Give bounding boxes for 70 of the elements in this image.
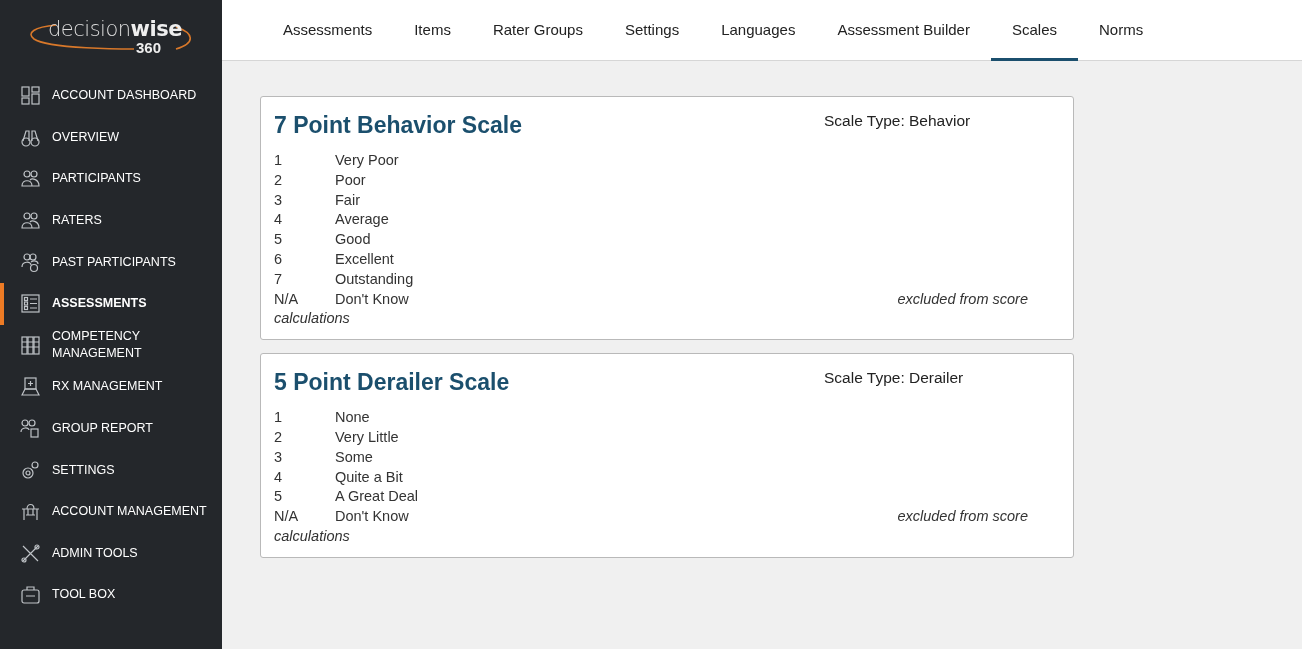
scale-label: Average — [335, 210, 389, 230]
menu-icon — [20, 376, 41, 398]
tab[interactable]: Settings — [603, 0, 701, 61]
menu-icon — [20, 501, 41, 523]
scale-value: N/A — [274, 507, 300, 527]
menu-icon — [20, 459, 41, 481]
menu-icon — [20, 584, 41, 606]
scale-label: Fair — [335, 190, 360, 210]
menu-icon — [20, 251, 41, 273]
scale-value: 6 — [274, 250, 284, 269]
scale-label: Very Poor — [335, 151, 399, 170]
scale-value: 7 — [274, 269, 284, 289]
scale-value: 5 — [274, 230, 284, 250]
scale-value: 5 — [274, 487, 284, 507]
scale-value: 3 — [274, 190, 284, 210]
scale-label: Very Little — [335, 427, 399, 447]
scale-value: N/A — [274, 289, 300, 309]
menu-icon — [20, 293, 41, 315]
sidebar-item[interactable]: SETTINGS — [0, 449, 222, 491]
scale-note: excluded from score — [897, 289, 1028, 309]
sidebar-item[interactable]: PARTICIPANTS — [0, 158, 222, 200]
sidebar-item[interactable]: GROUP REPORT — [0, 407, 222, 450]
sidebar-item[interactable]: PAST PARTICIPANTS — [0, 241, 222, 283]
menu-icon — [20, 542, 41, 564]
scale-value: 2 — [274, 427, 284, 447]
logo-number: 360 — [136, 39, 162, 56]
sidebar-item[interactable]: RX MANAGEMENT — [0, 366, 222, 408]
scale-value: 4 — [274, 210, 284, 230]
scale-value: 4 — [274, 467, 284, 487]
scale-label: Outstanding — [335, 269, 414, 289]
scale-label: Poor — [335, 170, 366, 190]
scale-label: Quite a Bit — [335, 467, 403, 487]
scale-note: calculations — [274, 310, 350, 327]
sidebar-item[interactable]: RATERS — [0, 199, 222, 242]
tab[interactable]: Scales — [990, 0, 1078, 61]
scale-label: Good — [335, 230, 371, 250]
menu-icon — [20, 334, 41, 356]
tab[interactable]: Items — [393, 0, 472, 61]
menu-icon — [20, 210, 41, 232]
scale-label: Some — [335, 447, 373, 467]
scale-title: 5 Point Derailer Scale — [274, 368, 511, 398]
scale-value: 1 — [274, 151, 284, 170]
menu-icon — [20, 418, 41, 440]
tab[interactable]: Assessments — [262, 0, 394, 61]
tab[interactable]: Languages — [700, 0, 817, 61]
tab[interactable]: Norms — [1078, 0, 1165, 61]
scale-title: 7 Point Behavior Scale — [274, 111, 523, 140]
scale-note: calculations — [274, 527, 350, 544]
tab[interactable]: Assessment Builder — [816, 0, 991, 61]
scale-value: 3 — [274, 447, 284, 467]
menu-icon — [20, 85, 41, 107]
sidebar-item[interactable]: OVERVIEW — [0, 116, 222, 159]
scale-label: Don't Know — [335, 507, 409, 527]
scale-label: A Great Deal — [335, 487, 418, 507]
sidebar-item[interactable]: ADMIN TOOLS — [0, 532, 222, 575]
scale-type: Scale Type: Behavior — [824, 111, 972, 131]
menu-icon — [20, 168, 41, 190]
scale-note: excluded from score — [897, 507, 1028, 527]
scale-label: Excellent — [335, 250, 394, 269]
sidebar-item[interactable]: COMPETENCY MANAGEMENT — [0, 324, 222, 367]
scale-label: None — [335, 408, 370, 428]
sidebar-item[interactable]: ACCOUNT MANAGEMENT — [0, 490, 222, 533]
scale-label: Don't Know — [335, 289, 409, 309]
sidebar-item[interactable]: ACCOUNT DASHBOARD — [0, 75, 222, 117]
scale-value: 2 — [274, 170, 284, 190]
scale-value: 1 — [274, 408, 284, 428]
tab[interactable]: Rater Groups — [471, 0, 604, 61]
scale-type: Scale Type: Derailer — [824, 368, 965, 389]
sidebar-item[interactable]: TOOL BOX — [0, 574, 222, 616]
logo-text: decisionwise — [48, 17, 182, 41]
